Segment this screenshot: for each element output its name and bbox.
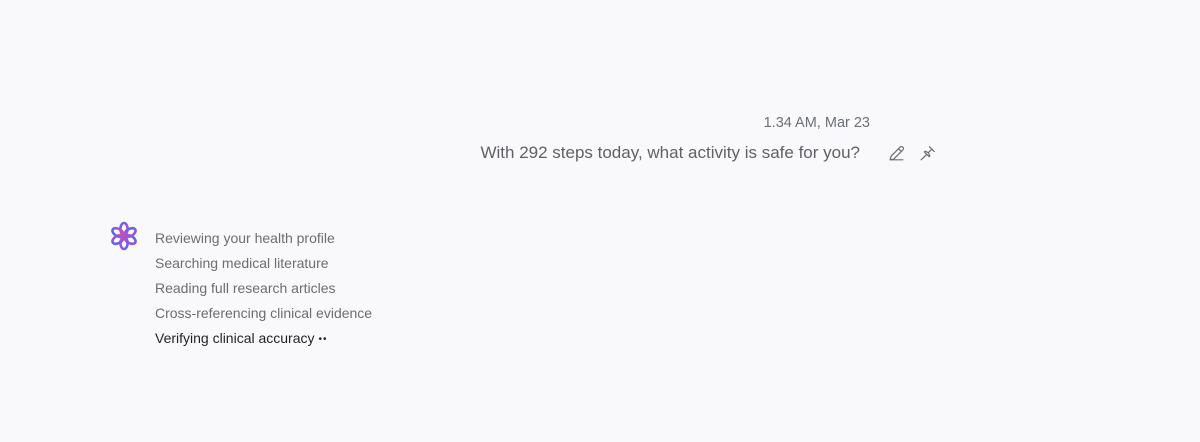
progress-steps-list: Reviewing your health profile Searching …	[155, 226, 372, 352]
progress-step: Cross-referencing clinical evidence	[155, 305, 373, 321]
progress-step-active: Verifying clinical accuracy ••	[155, 326, 372, 352]
pencil-icon[interactable]	[885, 142, 907, 164]
user-message: 1.34 AM, Mar 23 With 292 steps today, wh…	[480, 108, 938, 167]
loading-dots: ••	[318, 333, 328, 345]
message-row: With 292 steps today, what activity is s…	[480, 139, 938, 167]
message-timestamp: 1.34 AM, Mar 23	[763, 115, 870, 131]
progress-step: Reviewing your health profile	[155, 230, 335, 246]
pin-icon[interactable]	[916, 142, 938, 164]
user-message-text: With 292 steps today, what activity is s…	[480, 143, 860, 162]
progress-step: Reading full research articles	[155, 280, 336, 296]
progress-step: Searching medical literature	[155, 255, 329, 271]
assistant-response: Reviewing your health profile Searching …	[109, 220, 372, 352]
progress-step-active-label: Verifying clinical accuracy	[155, 330, 315, 346]
flower-logo-icon	[111, 221, 137, 251]
